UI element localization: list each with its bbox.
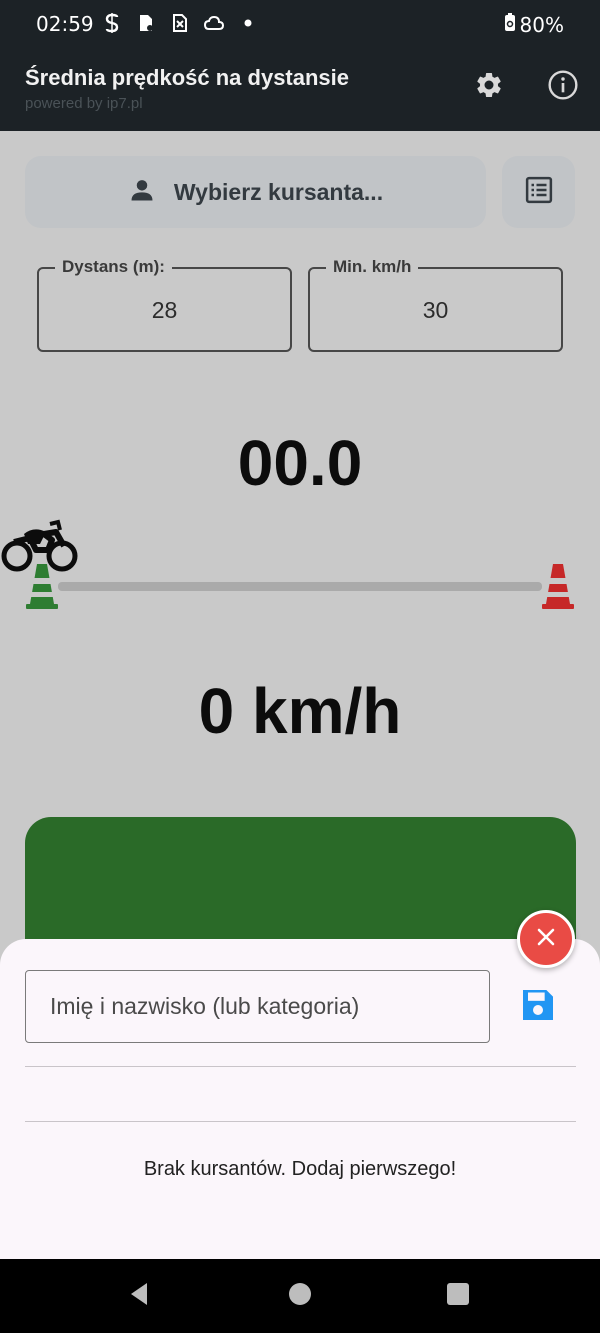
student-name-input[interactable] (25, 970, 490, 1043)
floppy-disk-icon (518, 985, 558, 1030)
add-student-sheet: Brak kursantów. Dodaj pierwszego! (0, 939, 600, 1259)
dot-icon (238, 12, 258, 34)
s-icon (102, 12, 122, 34)
divider (25, 1066, 576, 1067)
cloud-icon (204, 12, 224, 34)
sim-blocked-icon (170, 12, 190, 34)
status-notification-icons (102, 12, 258, 34)
battery-icon (504, 12, 516, 37)
select-student-label: Wybierz kursanta... (173, 178, 384, 205)
students-list-button[interactable] (502, 156, 575, 228)
sim-card-icon (136, 12, 156, 34)
finish-cone-icon (540, 560, 576, 615)
distance-label: Dystans (m): (55, 257, 172, 277)
gear-icon (474, 70, 504, 105)
speed-display: 0 km/h (198, 675, 402, 747)
battery-percent: 80% (519, 12, 564, 37)
person-icon (128, 176, 156, 209)
close-sheet-button[interactable] (517, 910, 575, 968)
distance-value: 28 (151, 297, 178, 323)
app-subtitle: powered by ip7.pl (25, 95, 143, 112)
start-cone-icon (24, 560, 60, 615)
progress-track (58, 582, 542, 591)
select-student-button[interactable]: Wybierz kursanta... (25, 156, 486, 228)
home-button[interactable] (286, 1282, 314, 1310)
app-title: Średnia prędkość na dystansie (25, 65, 350, 90)
recents-button[interactable] (444, 1282, 472, 1310)
status-battery-group: 80% (504, 12, 564, 37)
home-circle-icon (287, 1281, 313, 1312)
status-time: 02:59 (36, 12, 94, 36)
app-bar: Średnia prędkość na dystansie powered by… (0, 50, 600, 131)
divider (25, 1121, 576, 1122)
min-speed-label: Min. km/h (326, 257, 419, 277)
min-speed-value: 30 (422, 297, 449, 323)
distance-field[interactable]: Dystans (m): 28 (37, 257, 292, 352)
navigation-bar (0, 1259, 600, 1333)
min-speed-field[interactable]: Min. km/h 30 (308, 257, 563, 352)
close-icon (535, 926, 557, 953)
list-icon (524, 175, 554, 210)
status-bar: 02:59 80% (0, 0, 600, 50)
recents-square-icon (445, 1281, 471, 1312)
info-icon (547, 69, 579, 106)
back-button[interactable] (126, 1282, 154, 1310)
info-button[interactable] (546, 69, 580, 106)
timer-display: 00.0 (237, 427, 363, 499)
empty-list-message: Brak kursantów. Dodaj pierwszego! (143, 1158, 457, 1180)
back-triangle-icon (127, 1281, 153, 1312)
save-button[interactable] (516, 985, 560, 1029)
settings-button[interactable] (472, 70, 506, 104)
